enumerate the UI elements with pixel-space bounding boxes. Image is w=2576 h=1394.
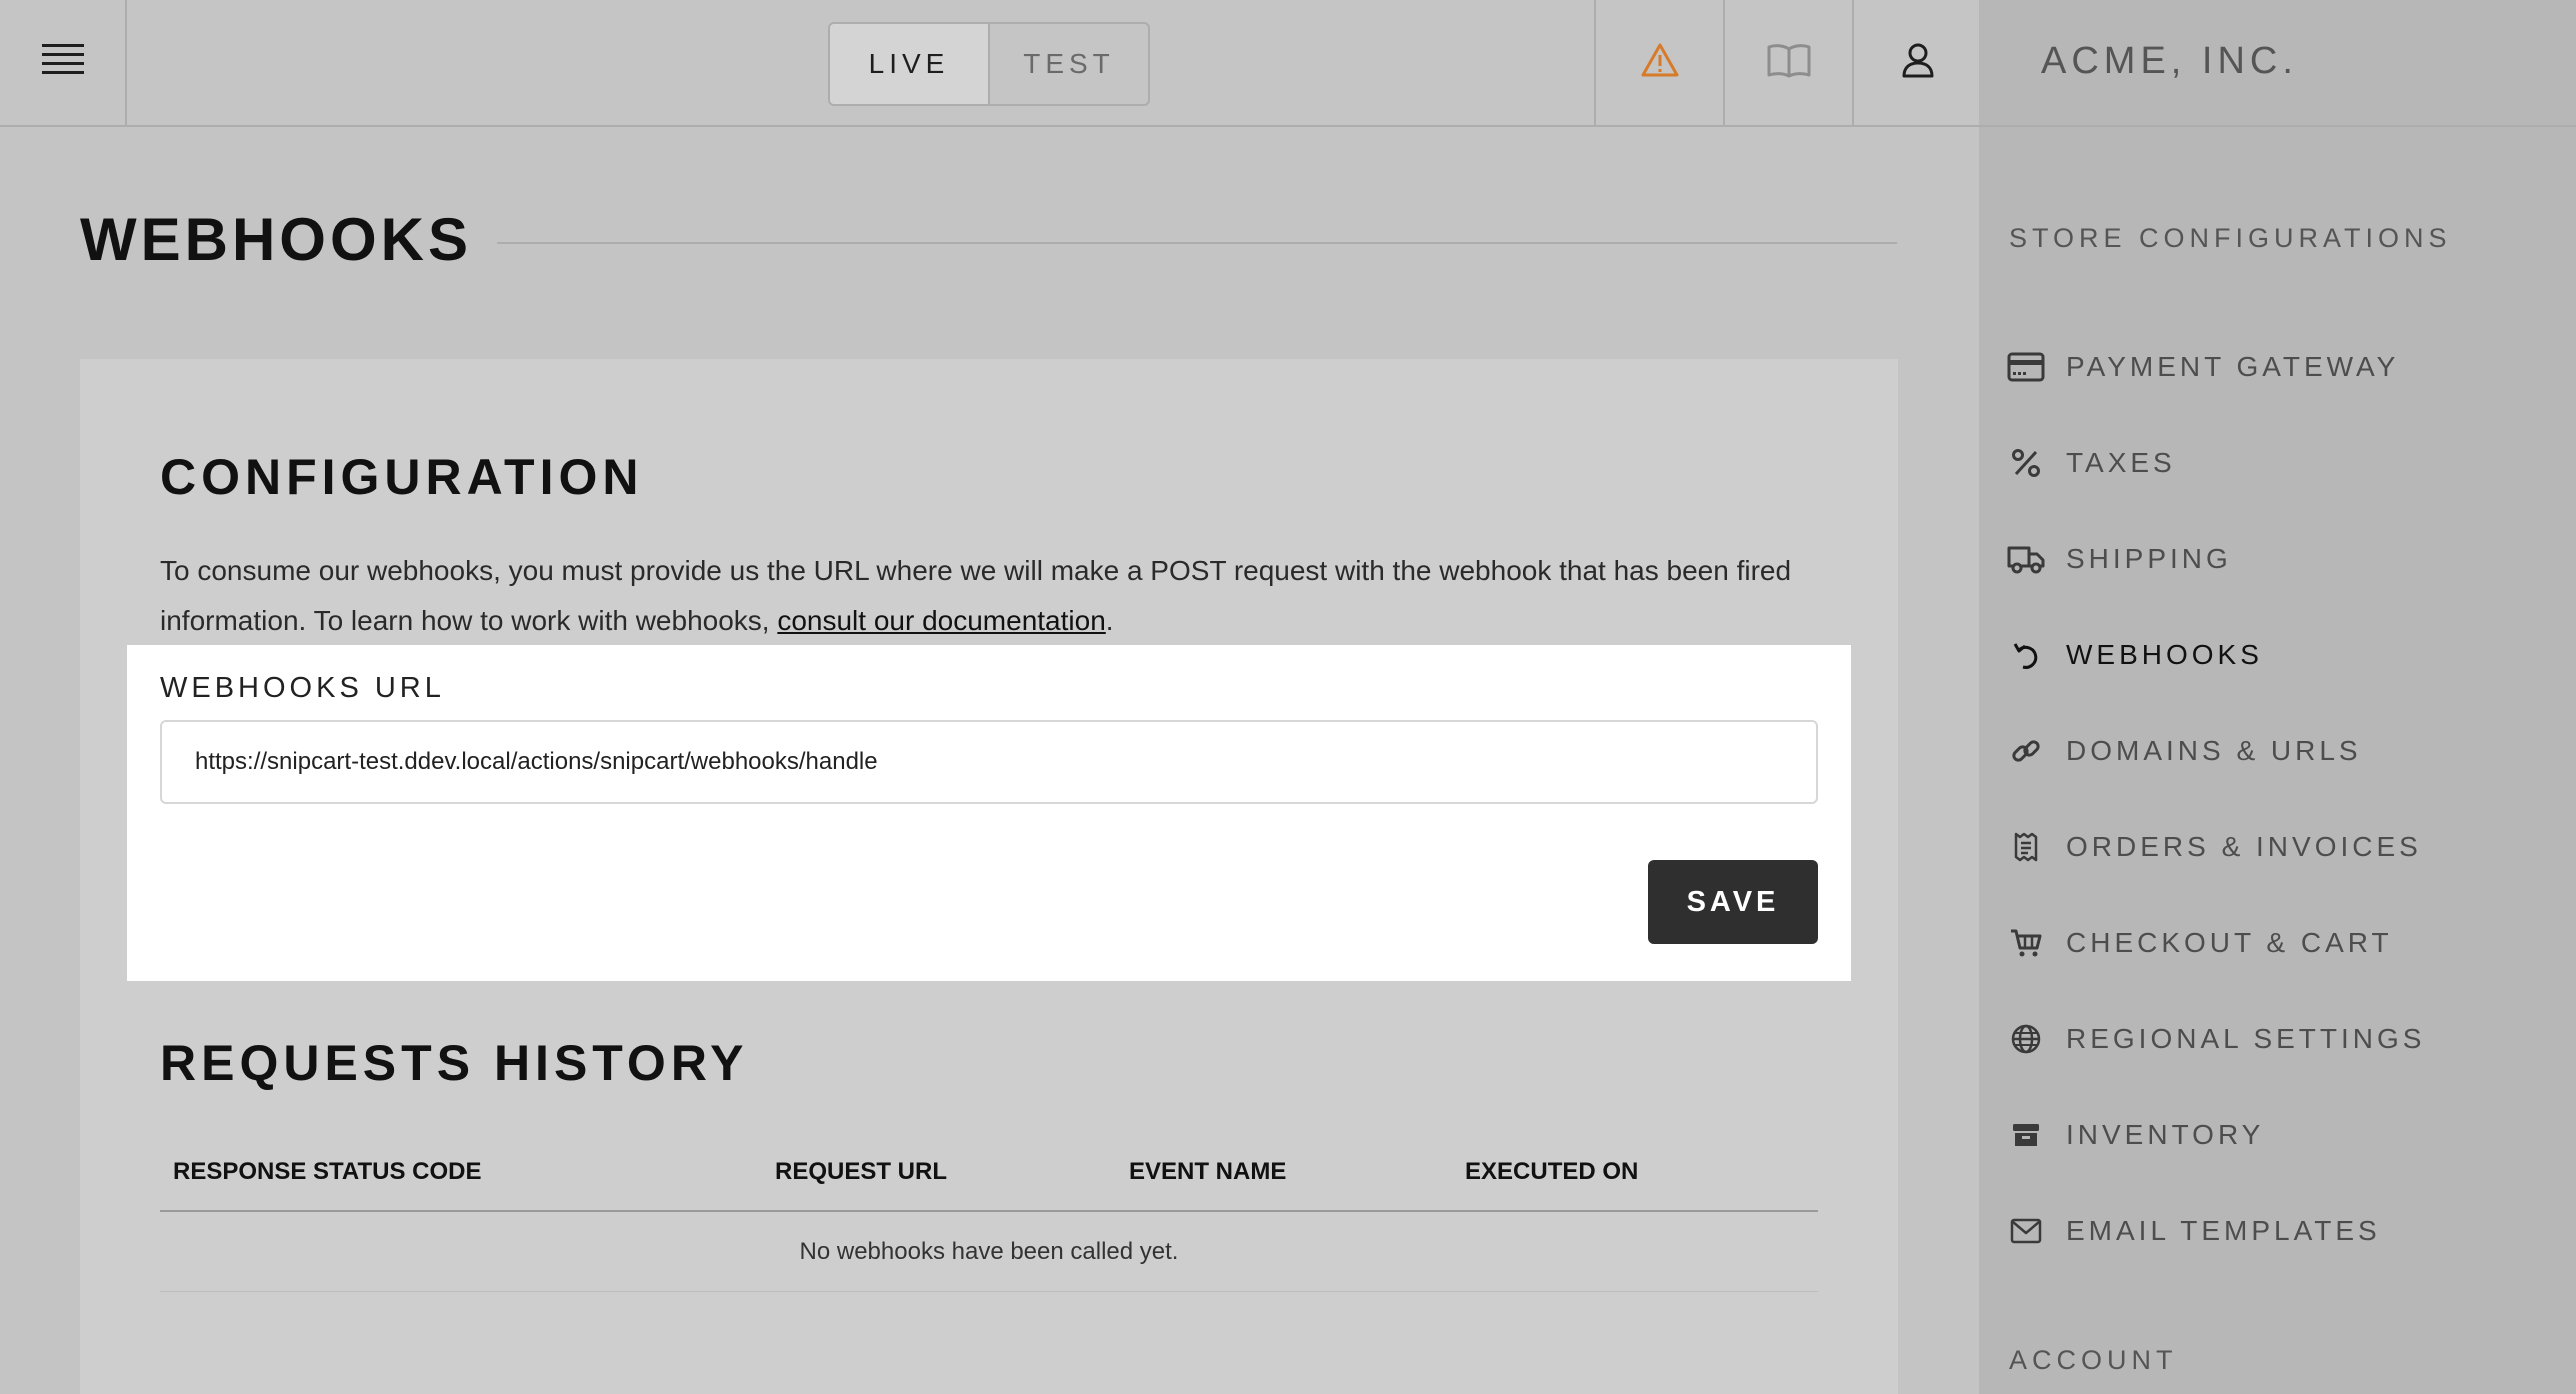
percent-icon xyxy=(2004,441,2048,485)
environment-toggle: LIVE TEST xyxy=(828,22,1150,106)
sidebar-item-domains-urls[interactable]: DOMAINS & URLS xyxy=(2004,721,2564,781)
sidebar-item-label: WEBHOOKS xyxy=(2066,639,2263,670)
sidebar-item-orders-invoices[interactable]: ORDERS & INVOICES xyxy=(2004,817,2564,877)
envelope-icon xyxy=(2004,1209,2048,1253)
sidebar-item-checkout-cart[interactable]: CHECKOUT & CART xyxy=(2004,913,2564,973)
requests-history-title: REQUESTS HISTORY xyxy=(160,1035,749,1091)
menu-button[interactable] xyxy=(0,0,127,125)
sidebar-item-regional-settings[interactable]: REGIONAL SETTINGS xyxy=(2004,1009,2564,1069)
sidebar-item-label: EMAIL TEMPLATES xyxy=(2066,1215,2381,1246)
configuration-description: To consume our webhooks, you must provid… xyxy=(160,546,1820,646)
column-header-event-name: EVENT NAME xyxy=(1129,1158,1287,1185)
requests-history-table: RESPONSE STATUS CODE REQUEST URL EVENT N… xyxy=(160,1140,1818,1292)
webhook-return-icon xyxy=(2004,633,2048,677)
save-button[interactable]: SAVE xyxy=(1648,860,1818,944)
sidebar-item-shipping[interactable]: SHIPPING xyxy=(2004,529,2564,589)
sidebar-item-label: SHIPPING xyxy=(2066,543,2232,574)
webhooks-url-input[interactable] xyxy=(160,720,1818,804)
top-bar: LIVE TEST xyxy=(0,0,1979,127)
globe-icon xyxy=(2004,1017,2048,1061)
documentation-link[interactable]: consult our documentation xyxy=(777,605,1105,636)
credit-card-icon xyxy=(2004,345,2048,389)
env-test-button[interactable]: TEST xyxy=(990,24,1148,104)
company-name: ACME, INC. xyxy=(2041,40,2298,82)
configuration-title: CONFIGURATION xyxy=(160,449,644,505)
book-icon xyxy=(1766,42,1812,83)
empty-state-message: No webhooks have been called yet. xyxy=(160,1212,1818,1292)
sidebar-item-label: ORDERS & INVOICES xyxy=(2066,831,2422,862)
sidebar-item-label: INVENTORY xyxy=(2066,1119,2265,1150)
box-icon xyxy=(2004,1113,2048,1157)
sidebar-item-label: PAYMENT GATEWAY xyxy=(2066,351,2400,382)
divider xyxy=(1979,125,2576,127)
warning-icon xyxy=(1640,42,1680,83)
sidebar-item-label: CHECKOUT & CART xyxy=(2066,927,2393,958)
sidebar-item-label: TAXES xyxy=(2066,447,2176,478)
sidebar-item-webhooks[interactable]: WEBHOOKS xyxy=(2004,625,2564,685)
sidebar-item-label: REGIONAL SETTINGS xyxy=(2066,1023,2426,1054)
webhook-url-panel: WEBHOOKS URL SAVE xyxy=(127,645,1851,981)
page-title: WEBHOOKS xyxy=(80,206,472,273)
sidebar-section-title: STORE CONFIGURATIONS xyxy=(2009,223,2452,253)
settings-sidebar: ACME, INC. STORE CONFIGURATIONS PAYMENT … xyxy=(1979,0,2576,1394)
receipt-icon xyxy=(2004,825,2048,869)
user-icon xyxy=(1901,42,1935,83)
sidebar-item-payment-gateway[interactable]: PAYMENT GATEWAY xyxy=(2004,337,2564,397)
hamburger-menu-icon xyxy=(41,43,84,82)
alerts-button[interactable] xyxy=(1594,0,1723,125)
cart-icon xyxy=(2004,921,2048,965)
description-end: . xyxy=(1105,605,1114,636)
column-header-executed-on: EXECUTED ON xyxy=(1465,1158,1639,1185)
sidebar-item-email-templates[interactable]: EMAIL TEMPLATES xyxy=(2004,1201,2564,1261)
truck-icon xyxy=(2004,537,2048,581)
title-divider xyxy=(497,242,1897,244)
column-header-response-status-code: RESPONSE STATUS CODE xyxy=(173,1158,482,1185)
table-header: RESPONSE STATUS CODE REQUEST URL EVENT N… xyxy=(160,1140,1818,1212)
sidebar-item-inventory[interactable]: INVENTORY xyxy=(2004,1105,2564,1165)
column-header-request-url: REQUEST URL xyxy=(775,1158,948,1185)
sidebar-item-taxes[interactable]: TAXES xyxy=(2004,433,2564,493)
link-icon xyxy=(2004,729,2048,773)
account-button[interactable] xyxy=(1852,0,1981,125)
sidebar-item-label: DOMAINS & URLS xyxy=(2066,735,2362,766)
sidebar-account-title: ACCOUNT xyxy=(2009,1345,2178,1375)
documentation-button[interactable] xyxy=(1723,0,1852,125)
webhooks-url-label: WEBHOOKS URL xyxy=(160,672,445,704)
env-live-button[interactable]: LIVE xyxy=(830,24,990,104)
